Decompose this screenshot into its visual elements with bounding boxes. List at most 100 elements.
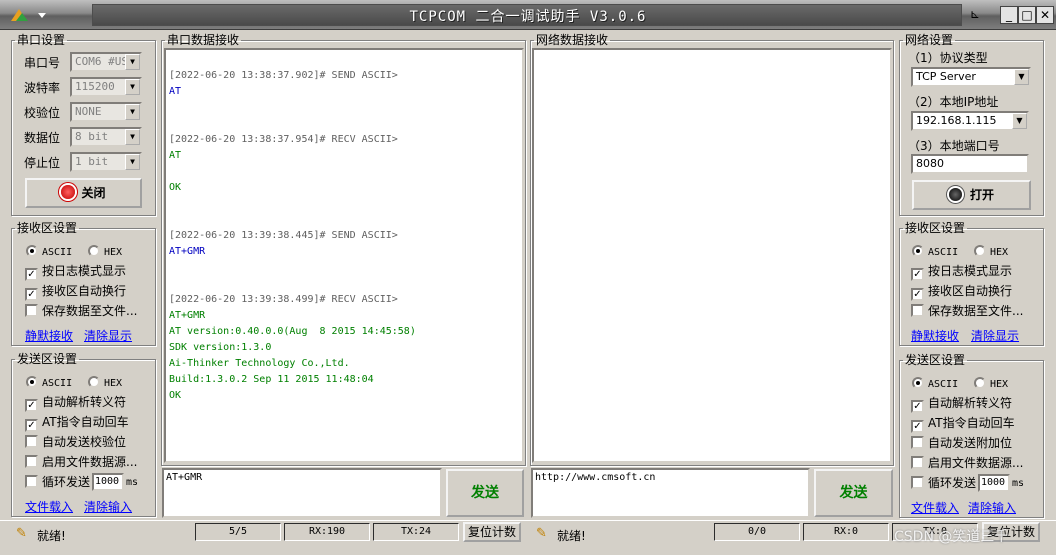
- right-auto-wrap-checkbox[interactable]: ✓ 接收区自动换行: [911, 284, 1012, 301]
- baud-select[interactable]: 115200 ▼: [70, 77, 142, 97]
- check-icon: ✓: [25, 399, 38, 412]
- left-reset-count-button[interactable]: 复位计数: [463, 522, 521, 542]
- right-file-source-checkbox[interactable]: 启用文件数据源...: [911, 456, 1023, 470]
- right-loop-send-label: 循环发送: [928, 476, 977, 490]
- right-clear-input-link[interactable]: 清除输入: [968, 499, 1016, 516]
- left-clear-input-link[interactable]: 清除输入: [84, 498, 132, 515]
- databits-select-value: 8 bit: [75, 130, 109, 143]
- serial-recv-textarea[interactable]: [2022-06-20 13:38:37.902]# SEND ASCII> A…: [164, 48, 524, 463]
- right-auto-escape-checkbox[interactable]: ✓ 自动解析转义符: [911, 396, 1012, 413]
- right-ready-text: 就绪!: [557, 529, 586, 543]
- check-icon: ✓: [911, 420, 924, 433]
- left-save-file-checkbox[interactable]: 保存数据至文件...: [25, 304, 137, 318]
- chevron-down-icon: ▼: [125, 154, 140, 170]
- left-at-cr-checkbox[interactable]: ✓ AT指令自动回车: [25, 415, 129, 432]
- parity-select[interactable]: NONE ▼: [70, 102, 142, 122]
- port-label: 串口号: [24, 56, 61, 70]
- left-send-hex-radio[interactable]: HEX: [88, 375, 122, 391]
- left-log-mode-checkbox[interactable]: ✓ 按日志模式显示: [25, 264, 126, 281]
- right-auto-wrap-label: 接收区自动换行: [928, 284, 1013, 298]
- left-auto-checksum-checkbox[interactable]: 自动发送校验位: [25, 435, 126, 449]
- unchecked-box-icon: [25, 455, 38, 468]
- left-auto-checksum-label: 自动发送校验位: [42, 435, 127, 449]
- network-recv-textarea[interactable]: [532, 48, 892, 463]
- right-clear-display-link[interactable]: 清除显示: [971, 327, 1019, 344]
- right-loop-send-checkbox[interactable]: 循环发送: [911, 476, 976, 490]
- left-clear-display-link[interactable]: 清除显示: [84, 327, 132, 344]
- databits-label: 数据位: [24, 131, 61, 145]
- net-port-input[interactable]: 8080: [911, 154, 1029, 174]
- right-at-cr-checkbox[interactable]: ✓ AT指令自动回车: [911, 416, 1015, 433]
- right-log-mode-checkbox[interactable]: ✓ 按日志模式显示: [911, 264, 1012, 281]
- check-icon: ✓: [911, 268, 924, 281]
- right-send-hex-radio[interactable]: HEX: [974, 376, 1008, 392]
- ip-select-value: 192.168.1.115: [916, 114, 997, 127]
- open-network-button[interactable]: 打开: [912, 180, 1031, 210]
- right-recv-ascii-label: ASCII: [928, 247, 959, 258]
- right-rx-cell: RX:0: [803, 523, 889, 541]
- serial-recv-legend: 串口数据接收: [167, 33, 240, 47]
- stopbits-select-value: 1 bit: [75, 155, 109, 168]
- minimize-button[interactable]: _: [1000, 6, 1018, 24]
- unchecked-box-icon: [911, 456, 924, 469]
- right-auto-append-checkbox[interactable]: 自动发送附加位: [911, 436, 1012, 450]
- unchecked-box-icon: [911, 436, 924, 449]
- left-loop-interval-input[interactable]: 1000: [92, 473, 124, 491]
- right-recv-settings-legend: 接收区设置: [905, 221, 966, 235]
- close-port-button[interactable]: 关闭: [25, 178, 142, 208]
- check-icon: ✓: [25, 419, 38, 432]
- left-recv-ascii-radio[interactable]: ASCII: [26, 244, 72, 260]
- chevron-down-icon: ▼: [125, 54, 140, 70]
- serial-settings-legend: 串口设置: [17, 33, 66, 47]
- chevron-down-icon: ▼: [125, 104, 140, 120]
- right-recv-hex-radio[interactable]: HEX: [974, 244, 1008, 260]
- log-line: [2022-06-20 13:38:37.902]# SEND ASCII>: [169, 70, 398, 81]
- left-auto-wrap-checkbox[interactable]: ✓ 接收区自动换行: [25, 284, 126, 301]
- left-load-file-link[interactable]: 文件载入: [25, 498, 73, 515]
- chevron-down-icon: ▼: [125, 79, 140, 95]
- serial-send-input[interactable]: AT+GMR: [162, 468, 442, 518]
- stopbits-label: 停止位: [24, 156, 61, 170]
- ip-select[interactable]: 192.168.1.115 ▼: [911, 111, 1029, 131]
- protocol-select[interactable]: TCP Server ▼: [911, 67, 1031, 87]
- right-auto-escape-label: 自动解析转义符: [928, 396, 1013, 410]
- log-line: OK: [169, 390, 182, 401]
- right-recv-ascii-radio[interactable]: ASCII: [912, 244, 958, 260]
- stopbits-select[interactable]: 1 bit ▼: [70, 152, 142, 172]
- right-ms-label: ms: [1012, 478, 1025, 489]
- right-at-cr-label: AT指令自动回车: [928, 416, 1015, 430]
- left-auto-escape-checkbox[interactable]: ✓ 自动解析转义符: [25, 395, 126, 412]
- left-auto-escape-label: 自动解析转义符: [42, 395, 127, 409]
- network-send-input[interactable]: http://www.cmsoft.cn: [531, 468, 810, 518]
- right-save-file-checkbox[interactable]: 保存数据至文件...: [911, 304, 1023, 318]
- left-save-file-label: 保存数据至文件...: [42, 304, 138, 318]
- close-button[interactable]: ✕: [1036, 6, 1054, 24]
- right-send-ascii-radio[interactable]: ASCII: [912, 376, 958, 392]
- open-network-label: 打开: [969, 188, 994, 202]
- baud-label: 波特率: [24, 81, 61, 95]
- log-line: AT version:0.40.0.0(Aug 8 2015 14:45:58): [169, 326, 416, 337]
- left-send-ascii-radio[interactable]: ASCII: [26, 375, 72, 391]
- pin-icon[interactable]: ⊾: [966, 6, 984, 24]
- network-send-button[interactable]: 发送: [814, 469, 893, 517]
- left-file-source-checkbox[interactable]: 启用文件数据源...: [25, 455, 137, 469]
- left-recv-hex-radio[interactable]: HEX: [88, 244, 122, 260]
- serial-send-button[interactable]: 发送: [446, 469, 524, 517]
- left-ms-label: ms: [126, 477, 139, 488]
- log-line: SDK version:1.3.0: [169, 342, 272, 353]
- network-recv-legend: 网络数据接收: [536, 33, 609, 47]
- left-loop-send-checkbox[interactable]: 循环发送: [25, 475, 90, 489]
- log-line: AT+GMR: [169, 246, 206, 257]
- right-load-file-link[interactable]: 文件载入: [911, 499, 959, 516]
- chevron-down-icon: ▼: [125, 129, 140, 145]
- port-select[interactable]: COM6 #US ▼: [70, 52, 142, 72]
- databits-select[interactable]: 8 bit ▼: [70, 127, 142, 147]
- left-silent-recv-link[interactable]: 静默接收: [25, 327, 73, 344]
- right-auto-append-label: 自动发送附加位: [928, 436, 1013, 450]
- check-icon: ✓: [911, 400, 924, 413]
- right-loop-interval-input[interactable]: 1000: [978, 474, 1010, 492]
- left-send-hex-label: HEX: [104, 378, 123, 389]
- maximize-button[interactable]: □: [1018, 6, 1036, 24]
- log-line: [2022-06-20 13:38:37.954]# RECV ASCII>: [169, 134, 398, 145]
- right-silent-recv-link[interactable]: 静默接收: [911, 327, 959, 344]
